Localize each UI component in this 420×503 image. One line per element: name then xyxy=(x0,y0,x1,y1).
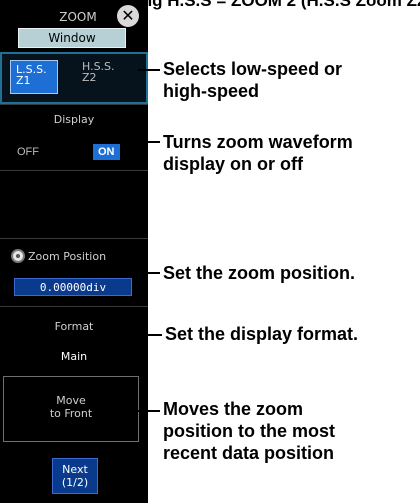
annotation-3-line1: Set the zoom position. xyxy=(163,263,355,283)
tab-hss-z2[interactable]: H.S.S. Z2 xyxy=(82,61,132,95)
next-page-button[interactable]: Next (1/2) xyxy=(52,458,98,494)
callout-line-1 xyxy=(138,69,160,71)
tab-lss-sub: Z1 xyxy=(16,74,31,87)
empty-menu-slot xyxy=(0,170,148,238)
next-page-indicator: (1/2) xyxy=(61,476,89,489)
window-button[interactable]: Window xyxy=(18,28,126,48)
annotation-5-line2: position to the most xyxy=(163,421,335,441)
zoom-position-value[interactable]: 0.00000div xyxy=(14,278,132,296)
callout-line-3 xyxy=(134,272,160,274)
annotation-display-format: Set the display format. xyxy=(165,323,358,345)
move-to-front-line1: Move xyxy=(56,394,86,407)
display-label: Display xyxy=(53,113,95,126)
format-label: Format xyxy=(54,320,94,333)
callout-line-5 xyxy=(134,410,160,412)
format-value: Main xyxy=(60,350,88,363)
annotation-1-line2: high-speed xyxy=(163,81,260,101)
jog-dial-radio-icon xyxy=(11,249,25,263)
annotation-1-line1: Selects low-speed or xyxy=(163,59,343,79)
close-icon[interactable]: ✕ xyxy=(117,5,139,27)
annotation-5-line3: recent data position xyxy=(163,443,335,463)
tab-hss-sub: Z2 xyxy=(82,71,97,84)
annotation-5-line1: Moves the zoom xyxy=(163,399,304,419)
tab-lss-z1[interactable]: L.S.S. Z1 xyxy=(10,60,58,94)
annotation-display-toggle: Turns zoom waveform display on or off xyxy=(163,131,353,175)
annotation-move-to-front: Moves the zoom position to the most rece… xyxy=(163,398,335,464)
display-off-option[interactable]: OFF xyxy=(17,146,39,158)
menu-title: ZOOM xyxy=(59,10,97,24)
move-to-front-line2: to Front xyxy=(49,407,93,420)
annotation-2-line1: Turns zoom waveform xyxy=(163,132,353,152)
callout-line-2 xyxy=(138,141,160,143)
zoom-menu-panel: ZOOM ✕ Window L.S.S. Z1 H.S.S. Z2 Displa… xyxy=(0,0,148,503)
next-label: Next xyxy=(62,463,88,476)
annotation-2-line2: display on or off xyxy=(163,154,304,174)
zoom-position-label: Zoom Position xyxy=(28,250,107,263)
annotation-zoom-position: Set the zoom position. xyxy=(163,262,355,284)
annotation-select-speed: Selects low-speed or high-speed xyxy=(163,58,342,102)
annotation-4-line1: Set the display format. xyxy=(165,324,359,344)
callout-line-4 xyxy=(140,334,162,336)
display-on-option[interactable]: ON xyxy=(93,144,120,160)
move-to-front-button[interactable]: Move to Front xyxy=(3,376,139,442)
